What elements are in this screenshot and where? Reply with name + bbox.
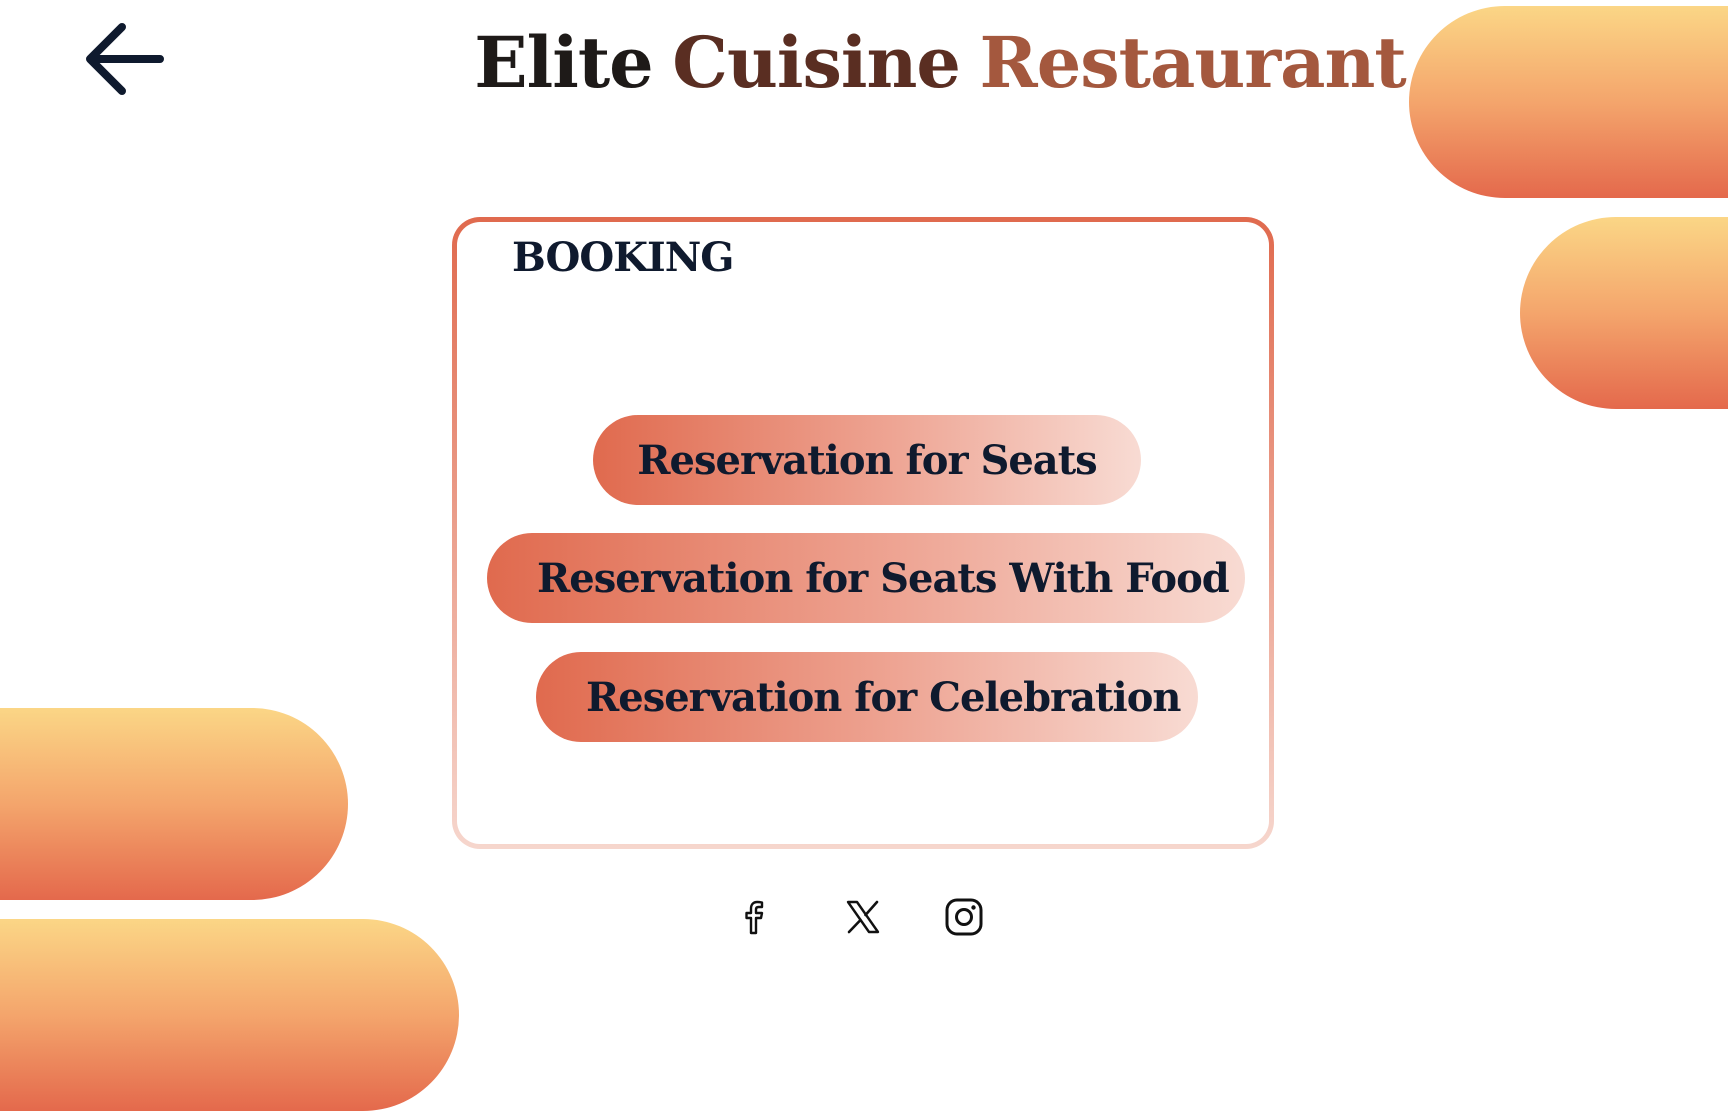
title-word: Elite — [474, 21, 653, 104]
reservation-seats-with-food-button[interactable]: Reservation for Seats With Food — [487, 533, 1245, 623]
booking-card-body: BOOKING Reservation for Seats Reservatio… — [457, 222, 1269, 844]
decorative-pill — [1520, 217, 1728, 409]
arrow-left-icon — [86, 23, 164, 95]
decorative-pill — [0, 708, 348, 900]
reservation-celebration-button[interactable]: Reservation for Celebration — [536, 652, 1198, 742]
booking-heading: BOOKING — [512, 234, 734, 281]
title-word: Restaurant — [979, 21, 1407, 104]
title-word: Cuisine — [672, 21, 961, 104]
x-icon[interactable] — [841, 895, 885, 939]
page-title: Elite Cuisine Restaurant — [440, 18, 1440, 108]
booking-card: BOOKING Reservation for Seats Reservatio… — [452, 217, 1274, 849]
instagram-icon[interactable] — [942, 895, 986, 939]
facebook-icon[interactable] — [731, 895, 775, 939]
decorative-pill — [1409, 6, 1728, 198]
booking-page: Elite Cuisine Restaurant BOOKING Reservati… — [0, 0, 1728, 1117]
decorative-pill — [0, 919, 459, 1111]
reservation-seats-button[interactable]: Reservation for Seats — [593, 415, 1141, 505]
back-button[interactable] — [80, 18, 166, 100]
social-links — [700, 895, 1000, 945]
